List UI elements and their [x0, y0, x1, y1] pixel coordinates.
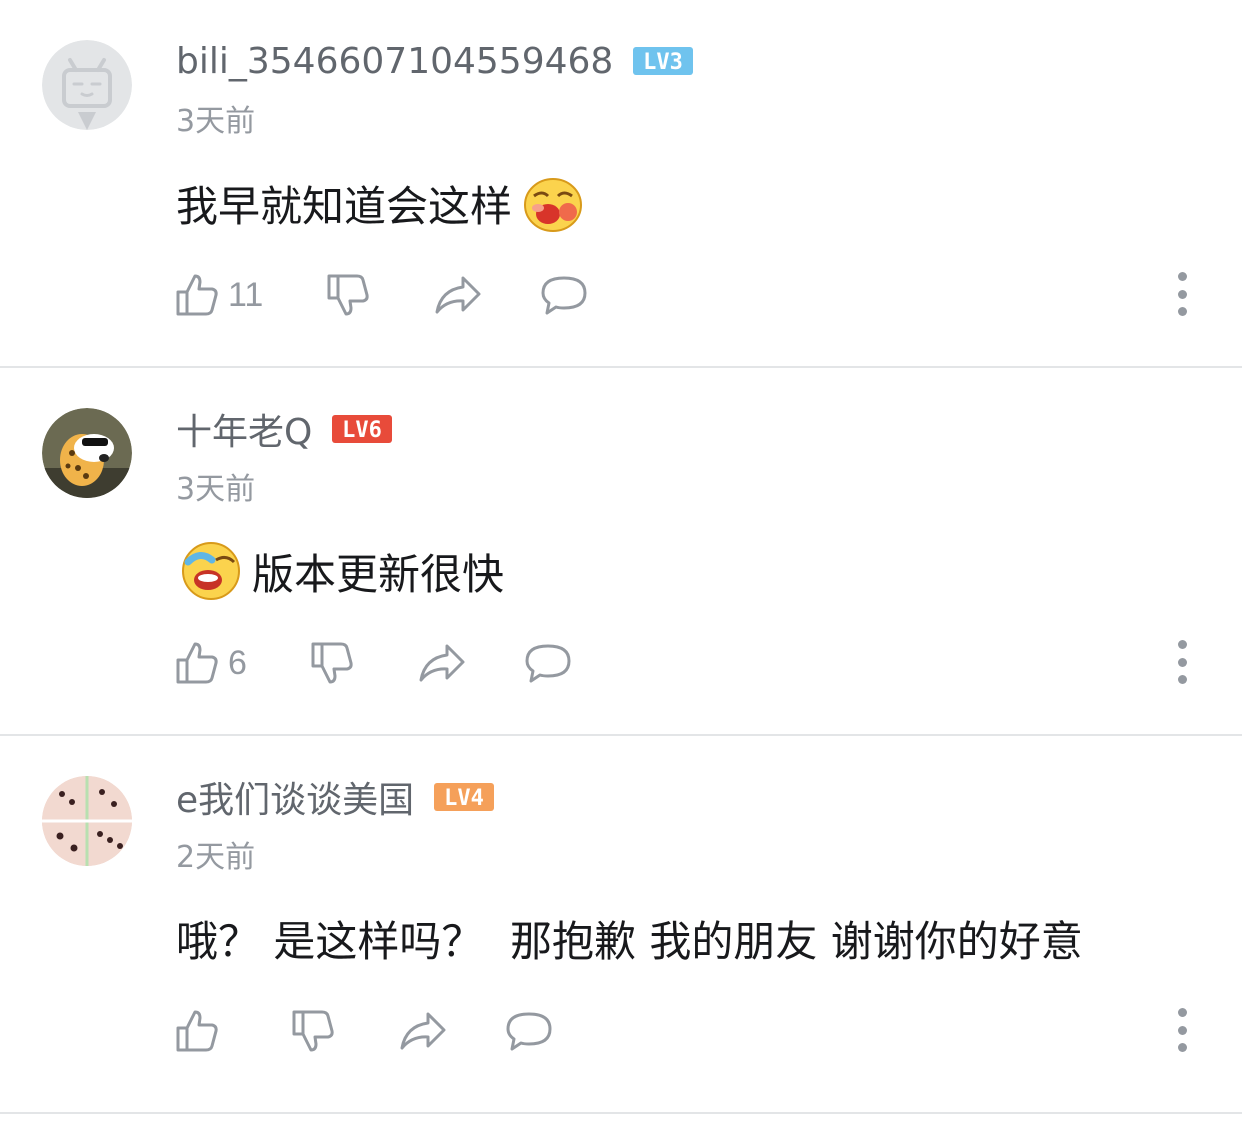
username[interactable]: bili_3546607104559468 [176, 41, 613, 82]
reply-button[interactable] [523, 640, 573, 686]
timestamp: 2天前 [176, 840, 256, 875]
thumbs-down-icon [292, 1010, 334, 1052]
like-button[interactable]: 6 [174, 640, 247, 686]
share-icon [419, 644, 465, 682]
more-vertical-icon [1177, 640, 1187, 649]
share-icon [435, 276, 481, 314]
thumbs-up-icon [176, 274, 218, 316]
dislike-button[interactable] [325, 272, 371, 318]
like-count: 6 [228, 643, 247, 682]
comment-text-body: 版本更新很快 [252, 549, 505, 599]
thumbs-down-icon [327, 274, 369, 316]
level-badge: LV6 [332, 414, 393, 444]
like-button[interactable]: 11 [174, 272, 263, 318]
level-badge: LV3 [633, 46, 694, 76]
username[interactable]: 十年老Q [176, 403, 312, 455]
level-badge: LV4 [434, 782, 495, 812]
timestamp: 3天前 [176, 104, 256, 139]
comment-item: bili_3546607104559468 LV3 3天前 我早就知道会这样 1… [0, 0, 1242, 368]
dominoes-avatar-icon [42, 776, 132, 866]
reply-icon [541, 276, 587, 315]
share-icon [400, 1012, 446, 1050]
comment-text[interactable]: 版本更新很快 [180, 540, 504, 602]
avatar[interactable] [42, 776, 132, 866]
timestamp: 3天前 [176, 472, 256, 507]
cheetah-avatar-icon [42, 408, 132, 498]
share-button[interactable] [433, 272, 483, 318]
thumbs-up-icon [176, 642, 218, 684]
avatar[interactable] [42, 40, 132, 130]
reply-icon [506, 1012, 552, 1051]
more-button[interactable] [1172, 640, 1192, 684]
like-button[interactable] [174, 1008, 228, 1054]
reply-button[interactable] [539, 272, 589, 318]
more-button[interactable] [1172, 1008, 1192, 1052]
comment-text-body: 哦？ 是这样吗？ 那抱歉 我的朋友 谢谢你的好意 [176, 917, 1083, 966]
laughing-sweat-emoji-icon [522, 172, 584, 234]
avatar[interactable] [42, 408, 132, 498]
more-vertical-icon [1177, 1008, 1187, 1017]
comment-item: 十年老Q LV6 3天前 版本更新很快 6 [0, 368, 1242, 736]
comment-text[interactable]: 我早就知道会这样 [176, 172, 584, 234]
more-button[interactable] [1172, 272, 1192, 316]
comment-text[interactable]: 哦？ 是这样吗？ 那抱歉 我的朋友 谢谢你的好意 [176, 908, 1083, 969]
share-button[interactable] [398, 1008, 448, 1054]
level-text: LV4 [444, 786, 484, 811]
username[interactable]: e我们谈谈美国 [176, 771, 414, 823]
default-tv-avatar-icon [42, 40, 132, 130]
comment-text-body: 我早就知道会这样 [176, 181, 513, 231]
reply-icon [525, 644, 571, 683]
comment-item: e我们谈谈美国 LV4 2天前 哦？ 是这样吗？ 那抱歉 我的朋友 谢谢你的好意 [0, 736, 1242, 1114]
like-count: 11 [228, 275, 264, 314]
level-text: LV3 [643, 50, 683, 75]
thumbs-up-icon [176, 1010, 218, 1052]
share-button[interactable] [417, 640, 467, 686]
reply-button[interactable] [504, 1008, 554, 1054]
level-text: LV6 [342, 418, 382, 443]
dislike-button[interactable] [309, 640, 355, 686]
more-vertical-icon [1177, 272, 1187, 281]
crying-laughing-emoji-icon [180, 540, 242, 602]
dislike-button[interactable] [290, 1008, 336, 1054]
thumbs-down-icon [311, 642, 353, 684]
